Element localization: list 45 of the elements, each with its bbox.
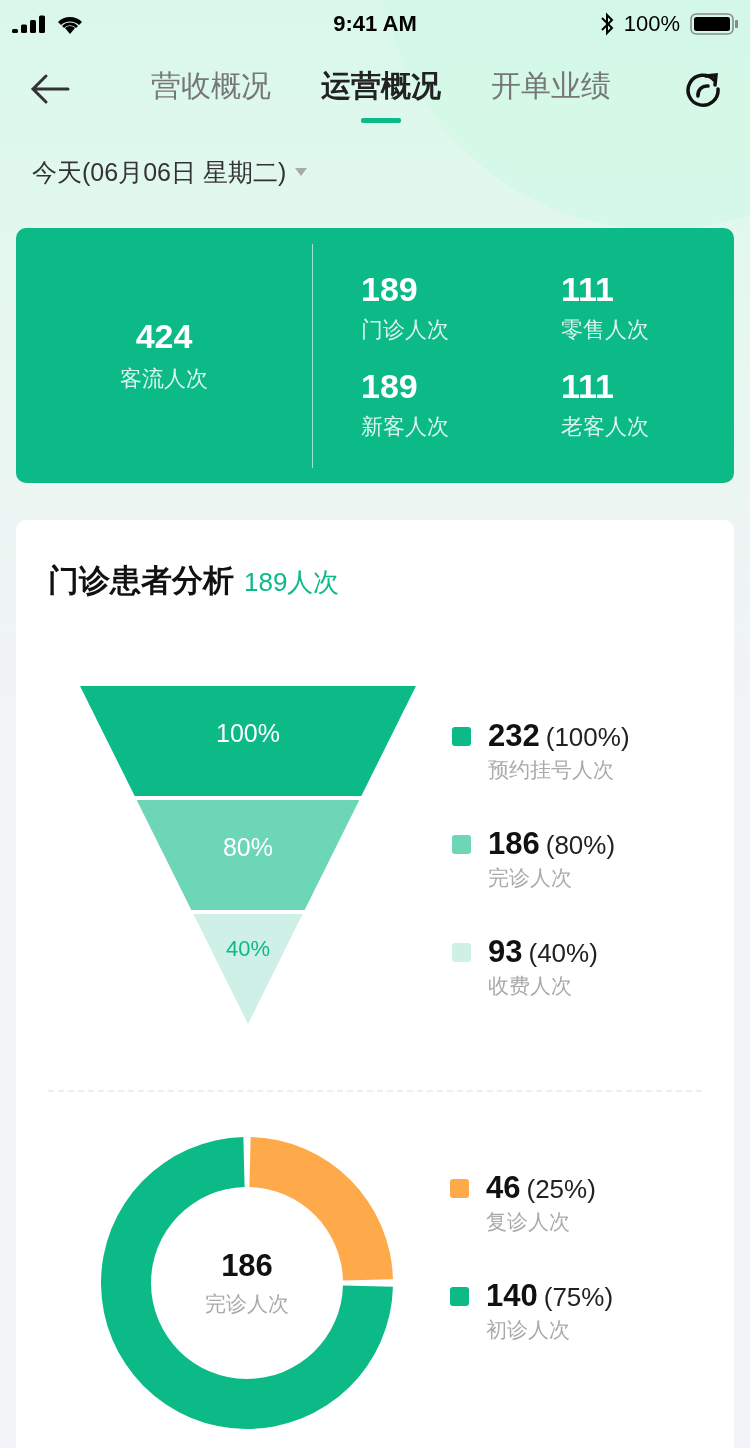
legend-label: 预约挂号人次	[488, 757, 615, 783]
legend-percent: (80%)	[545, 830, 616, 861]
stat-label: 新客人次	[361, 412, 450, 441]
legend-percent: (75%)	[543, 1282, 614, 1313]
status-time: 9:41 AM	[333, 11, 417, 37]
center-value: 186	[221, 1248, 273, 1284]
legend-percent: (40%)	[528, 938, 598, 969]
stat-value: 111	[561, 366, 615, 406]
total-value: 424	[135, 317, 193, 356]
legend-value: 186	[488, 826, 540, 862]
funnel-percent: 80%	[223, 833, 273, 861]
card-title: 门诊患者分析	[48, 562, 234, 600]
caret-icon	[294, 167, 309, 177]
signal-icon	[12, 15, 46, 33]
date-picker[interactable]: 今天(06月06日 星期二)	[32, 155, 309, 189]
stat-label: 零售人次	[561, 315, 650, 344]
legend-value: 140	[486, 1278, 538, 1314]
stat-value: 189	[361, 366, 419, 406]
legend-label: 初诊人次	[486, 1317, 571, 1343]
battery-percent: 100%	[623, 11, 680, 37]
legend-value: 232	[488, 718, 540, 754]
wifi-icon	[56, 14, 84, 34]
bluetooth-icon	[599, 12, 614, 36]
battery-icon	[690, 13, 738, 35]
center-label: 完诊人次	[205, 1291, 289, 1317]
legend-label: 收费人次	[488, 973, 573, 999]
tab[interactable]: 开单业绩	[491, 51, 611, 127]
tab[interactable]: 运营概况	[321, 51, 441, 127]
stat-value: 111	[561, 269, 615, 309]
legend-label: 复诊人次	[486, 1209, 571, 1235]
legend-percent: (100%)	[545, 722, 630, 753]
funnel-percent: 40%	[226, 936, 270, 961]
refresh-icon[interactable]	[684, 70, 722, 108]
tab[interactable]: 营收概况	[151, 51, 271, 127]
visit-count: 189人次	[244, 566, 340, 599]
stat-value: 189	[361, 269, 419, 309]
total-label: 客流人次	[120, 365, 208, 393]
legend-value: 93	[488, 934, 523, 970]
legend-value: 46	[486, 1170, 521, 1206]
stat-label: 老客人次	[561, 412, 650, 441]
legend-label: 完诊人次	[488, 865, 573, 891]
funnel-percent: 100%	[216, 719, 280, 747]
back-icon[interactable]	[30, 73, 70, 105]
legend-percent: (25%)	[526, 1174, 596, 1205]
stat-label: 门诊人次	[361, 315, 450, 344]
